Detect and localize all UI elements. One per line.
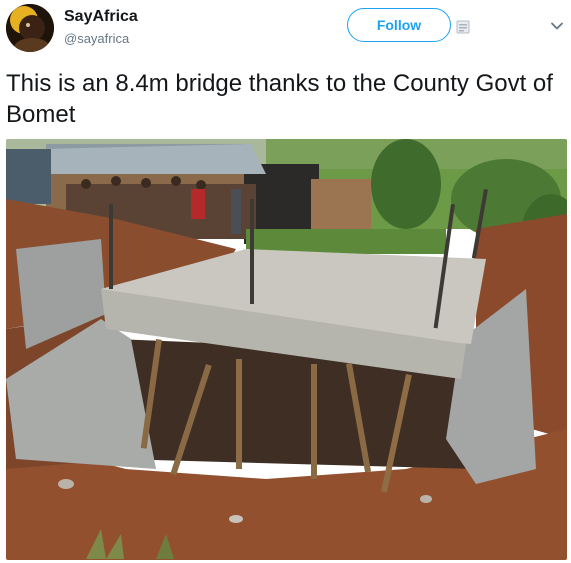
chevron-down-icon[interactable]	[550, 19, 564, 33]
display-name[interactable]: SayAfrica	[64, 8, 138, 26]
tweet-text: This is an 8.4m bridge thanks to the Cou…	[6, 70, 553, 128]
tweet-header: SayAfrica @sayafrica Follow	[0, 0, 571, 60]
extension-icon[interactable]	[456, 20, 470, 34]
avatar[interactable]	[6, 4, 54, 52]
user-handle[interactable]: @sayafrica	[64, 31, 129, 46]
follow-button[interactable]: Follow	[347, 8, 451, 42]
tweet-photo[interactable]	[6, 139, 567, 560]
